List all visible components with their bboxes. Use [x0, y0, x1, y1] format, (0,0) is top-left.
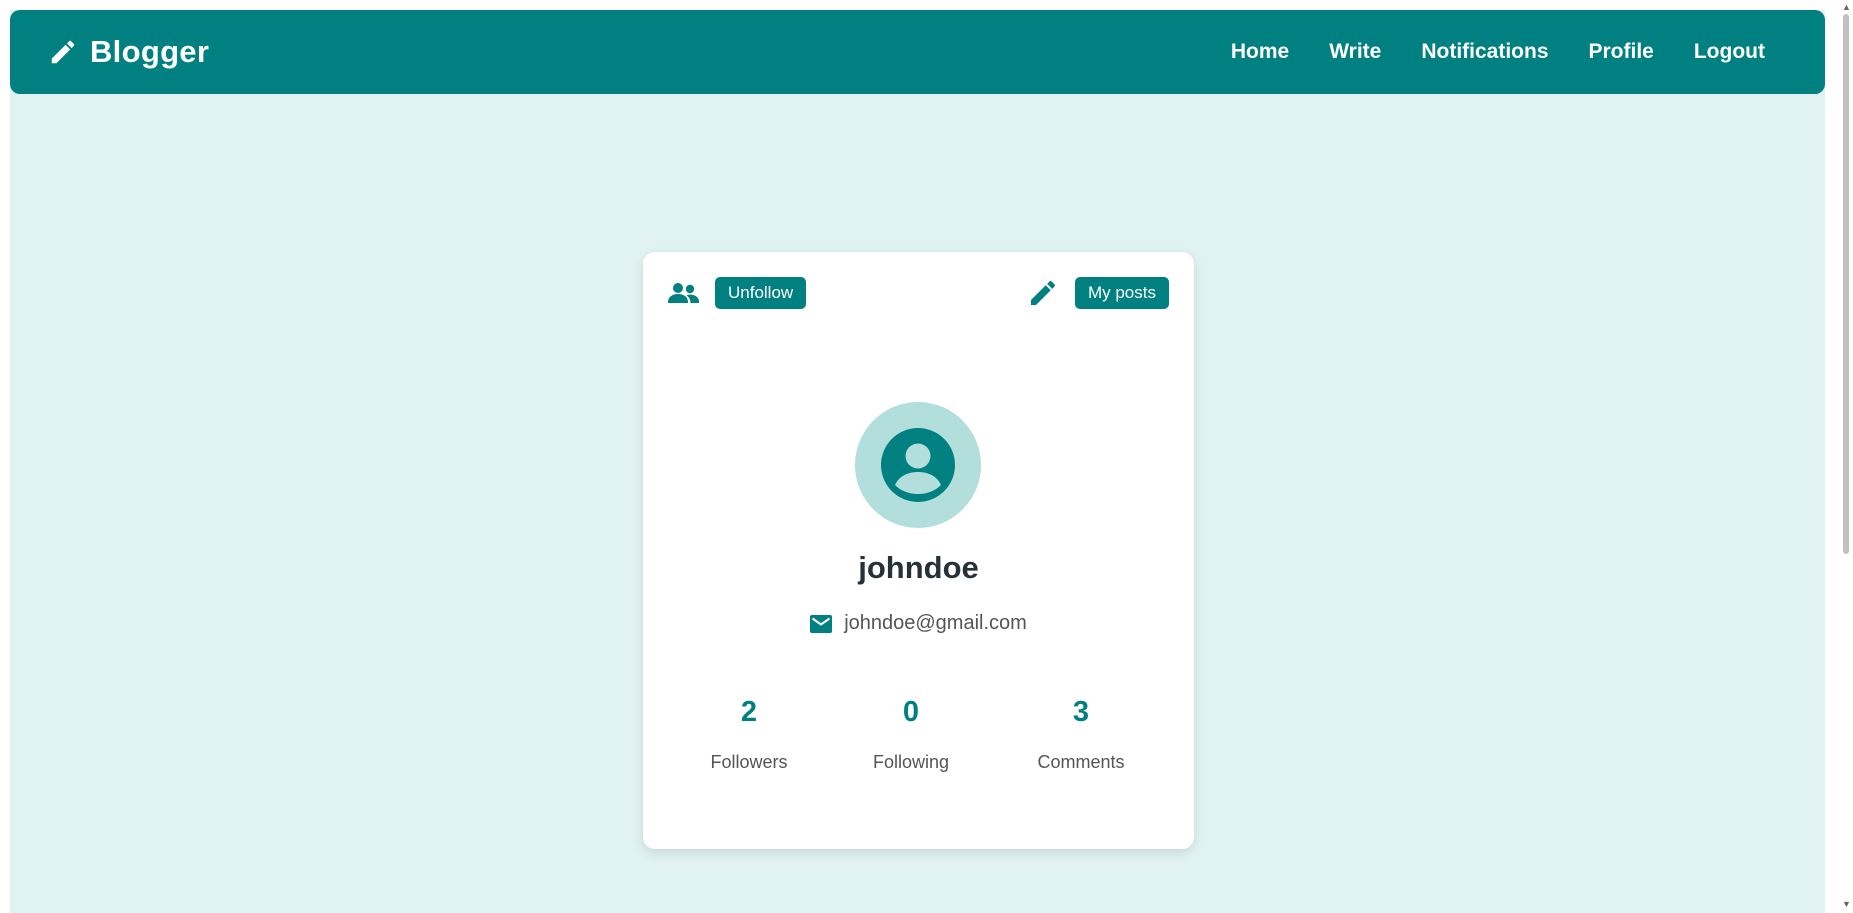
scroll-up-icon[interactable]: ▲	[1842, 3, 1851, 12]
email-row: johndoe@gmail.com	[643, 612, 1194, 635]
nav-profile-link[interactable]: Profile	[1589, 40, 1654, 64]
stat-following[interactable]: 0 Following	[841, 692, 981, 773]
posts-actions: My posts	[1027, 277, 1169, 309]
stat-comments[interactable]: 3 Comments	[1011, 692, 1151, 773]
my-posts-button[interactable]: My posts	[1074, 277, 1169, 309]
pencil-icon	[48, 37, 78, 67]
page-background: Blogger Home Write Notifications Profile…	[10, 10, 1825, 913]
email-text: johndoe@gmail.com	[844, 612, 1027, 634]
nav-menu: Home Write Notifications Profile Logout	[1231, 10, 1765, 94]
followers-count: 2	[740, 696, 758, 728]
stat-followers[interactable]: 2 Followers	[679, 692, 819, 773]
profile-stats: 2 Followers 0 Following 3 Comments	[643, 692, 1194, 792]
avatar	[855, 402, 981, 528]
navbar: Blogger Home Write Notifications Profile…	[10, 10, 1825, 94]
users-icon	[668, 281, 699, 305]
nav-home-link[interactable]: Home	[1231, 40, 1289, 64]
brand-logo[interactable]: Blogger	[48, 34, 209, 70]
nav-logout-link[interactable]: Logout	[1694, 40, 1765, 64]
page-scrollbar[interactable]: ▲ ▼	[1839, 0, 1853, 913]
comments-label: Comments	[1037, 752, 1125, 772]
brand-name: Blogger	[90, 34, 210, 69]
following-count: 0	[902, 696, 920, 728]
nav-write-link[interactable]: Write	[1329, 40, 1381, 64]
unfollow-button[interactable]: Unfollow	[715, 277, 807, 309]
scroll-down-icon[interactable]: ▼	[1842, 900, 1851, 909]
nav-notifications-link[interactable]: Notifications	[1421, 40, 1548, 64]
envelope-icon	[810, 614, 833, 633]
follow-actions: Unfollow	[668, 277, 807, 309]
pencil-icon	[1027, 277, 1059, 309]
user-circle-icon	[881, 428, 955, 502]
followers-label: Followers	[710, 752, 788, 772]
scrollbar-thumb[interactable]	[1843, 14, 1849, 554]
username: johndoe	[858, 550, 979, 585]
profile-card: Unfollow My posts johndoe johndoe@gmail.…	[643, 252, 1194, 849]
comments-count: 3	[1072, 696, 1090, 728]
following-label: Following	[872, 752, 950, 772]
